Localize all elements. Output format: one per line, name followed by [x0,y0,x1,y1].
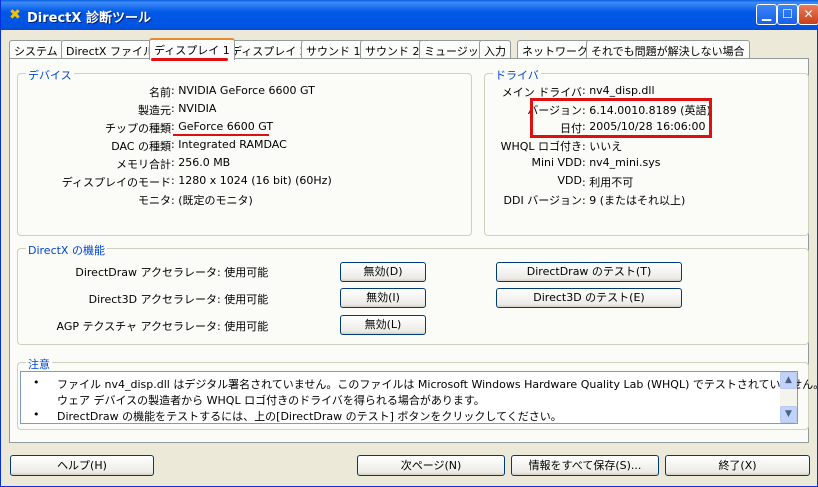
feature-status: 使用可能 [224,266,269,279]
device-label: モニタ [138,194,171,207]
bullet-icon: • [33,408,40,421]
disable-directdraw-button[interactable]: 無効(D) [340,262,426,282]
driver-label: DDI バージョン [503,194,582,207]
device-label: 名前 [149,86,171,99]
driver-label: Mini VDD [531,156,582,169]
tab-display-2[interactable]: ディスプレイ 2 [226,40,312,59]
driver-label: WHQL ロゴ付き [500,140,582,153]
scroll-up-button[interactable]: ▲ [780,372,797,389]
device-value: NVIDIA GeForce 6600 GT [178,84,315,97]
feature-label: AGP テクスチャ アクセラレータ [56,320,218,333]
device-legend: デバイス [26,67,74,83]
driver-value: いいえ [589,140,623,153]
tab-highlight-underline [151,58,228,61]
bullet-icon: • [33,376,40,389]
driver-legend: ドライバ [493,67,541,83]
device-value: 256.0 MB [178,156,231,169]
device-value: Integrated RAMDAC [178,138,287,151]
device-label: ディスプレイのモード [61,176,171,189]
test-directdraw-button[interactable]: DirectDraw のテスト(T) [496,262,682,282]
maximize-button[interactable]: ☐ [777,4,798,25]
window-title: DirectX 診断ツール [27,11,151,26]
device-value: GeForce 6600 GT [178,120,274,133]
chip-type-red-underline [173,134,269,136]
device-value: NVIDIA [178,102,217,115]
tab-directx-files[interactable]: DirectX ファイル [61,40,159,59]
scroll-down-button[interactable]: ▼ [780,406,797,423]
version-date-red-box [530,98,712,138]
tab-input[interactable]: 入力 [479,40,511,59]
device-label: メモリ合計 [116,158,171,171]
feature-status: 使用可能 [224,320,269,333]
directx-features-legend: DirectX の機能 [26,242,107,258]
notes-listbox[interactable]: • ファイル nv4_disp.dll はデジタル署名されていません。このファイ… [20,371,818,424]
directx-diagnostic-window: ✖ DirectX 診断ツール ▁ ☐ ✕ システム DirectX ファイル … [0,0,818,487]
directx-app-icon: ✖ [9,7,21,23]
feature-label: Direct3D アクセラレータ [88,293,217,306]
driver-label: VDD [557,174,582,187]
tab-more-help[interactable]: それでも問題が解決しない場合 [586,40,750,59]
device-value: 1280 x 1024 (16 bit) (60Hz) [178,174,332,187]
exit-button[interactable]: 終了(X) [665,455,810,476]
test-direct3d-button[interactable]: Direct3D のテスト(E) [496,288,682,308]
help-button[interactable]: ヘルプ(H) [10,455,154,476]
tab-sound-1[interactable]: サウンド 1 [301,40,366,59]
feature-status: 使用可能 [224,293,269,306]
driver-value: nv4_disp.dll [589,84,655,97]
title-bar[interactable]: ✖ DirectX 診断ツール ▁ ☐ ✕ [1,0,818,30]
device-value: (既定のモニタ) [178,194,253,207]
tab-network[interactable]: ネットワーク [517,40,593,59]
device-label: DAC の種類 [111,140,171,153]
device-label: チップの種類 [105,122,171,135]
close-icon: ✕ [803,7,814,21]
close-button[interactable]: ✕ [798,4,818,25]
minimize-icon: ▁ [761,7,772,21]
disable-agp-button[interactable]: 無効(L) [340,315,426,335]
disable-direct3d-button[interactable]: 無効(I) [340,288,426,308]
driver-value: 利用不可 [589,176,634,189]
next-page-button[interactable]: 次ページ(N) [357,455,505,476]
maximize-icon: ☐ [782,7,793,21]
tab-system[interactable]: システム [9,40,63,59]
tab-display-1[interactable]: ディスプレイ 1 [149,38,235,60]
save-all-info-button[interactable]: 情報をすべて保存(S)... [511,455,659,476]
notes-legend: 注意 [26,356,52,372]
minimize-button[interactable]: ▁ [756,4,777,25]
chevron-up-icon: ▲ [785,375,792,385]
driver-value: 9 (またはそれ以上) [589,194,686,207]
notes-scrollbar[interactable]: ▲ ▼ [780,372,797,423]
chevron-down-icon: ▼ [785,409,792,419]
device-label: 製造元 [138,104,171,117]
driver-value: nv4_mini.sys [589,156,661,169]
feature-label: DirectDraw アクセラレータ [75,266,217,279]
tab-sound-2[interactable]: サウンド 2 [360,40,425,59]
